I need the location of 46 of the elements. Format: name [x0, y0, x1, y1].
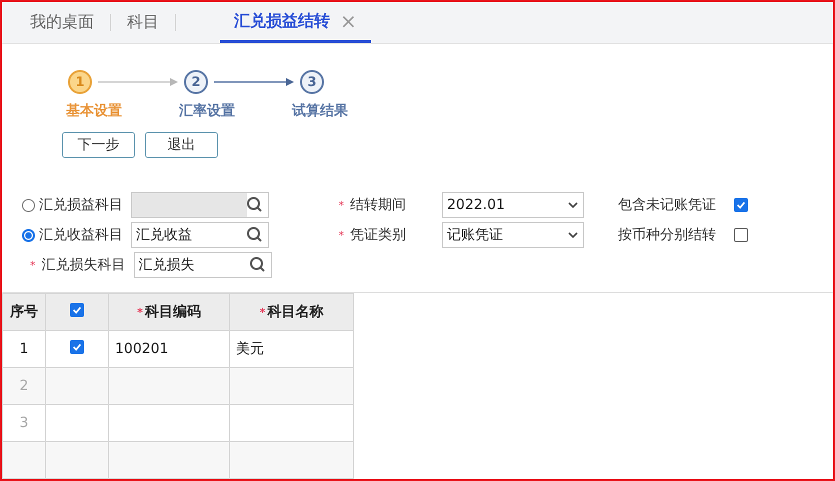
step-label: 试算结果 [292, 102, 349, 120]
chevron-down-icon [567, 201, 579, 209]
checkbox[interactable] [734, 198, 748, 212]
table-cell: 美元 [236, 341, 264, 357]
action-button[interactable]: 退出 [145, 132, 218, 158]
step-label: 汇率设置 [179, 102, 236, 120]
arrow-icon [98, 77, 178, 87]
select-field[interactable]: 2022.01 [442, 192, 584, 218]
required-mark: * [338, 198, 344, 212]
chevron-down-icon [567, 231, 579, 239]
lookup-field[interactable]: 汇兑收益 [131, 222, 269, 248]
row-checkbox[interactable] [70, 340, 84, 354]
required-mark: * [30, 258, 36, 272]
column-header: 科目编码 [144, 303, 201, 321]
step-label: 基本设置 [66, 102, 123, 120]
required-mark: * [137, 306, 143, 318]
required-mark: * [338, 228, 344, 242]
radio-button[interactable] [22, 228, 35, 242]
column-header: 序号 [10, 304, 38, 320]
tab[interactable]: 我的桌面 [28, 2, 96, 43]
select-field[interactable]: 记账凭证 [442, 222, 584, 248]
column-header: 科目名称 [267, 303, 324, 321]
row-number: 1 [20, 341, 28, 357]
search-icon[interactable] [246, 226, 264, 244]
select-all-checkbox[interactable] [70, 303, 84, 317]
field-label: 结转期间 [350, 196, 407, 214]
row-number: 3 [20, 415, 28, 431]
search-icon[interactable] [248, 256, 266, 274]
checkbox[interactable] [734, 228, 748, 242]
table-cell: 100201 [115, 341, 168, 357]
step-number: 1 [68, 70, 92, 94]
step-number: 3 [300, 70, 324, 94]
tab[interactable]: 科目 [125, 2, 161, 43]
step-number: 2 [184, 70, 208, 94]
tab[interactable]: 汇兑损益结转 × [220, 2, 371, 43]
lookup-field[interactable]: 汇兑损失 [134, 252, 272, 278]
field-label: 汇兑损益科目 [39, 196, 124, 214]
option-label: 包含未记账凭证 [618, 196, 716, 214]
field-label: 汇兑损失科目 [42, 256, 126, 274]
field-label: 汇兑收益科目 [39, 226, 124, 244]
field-label: 凭证类别 [350, 226, 407, 244]
action-button[interactable]: 下一步 [62, 132, 135, 158]
row-number: 2 [20, 378, 28, 394]
required-mark: * [260, 306, 266, 318]
arrow-icon [214, 77, 294, 87]
option-label: 按币种分别结转 [618, 226, 716, 244]
